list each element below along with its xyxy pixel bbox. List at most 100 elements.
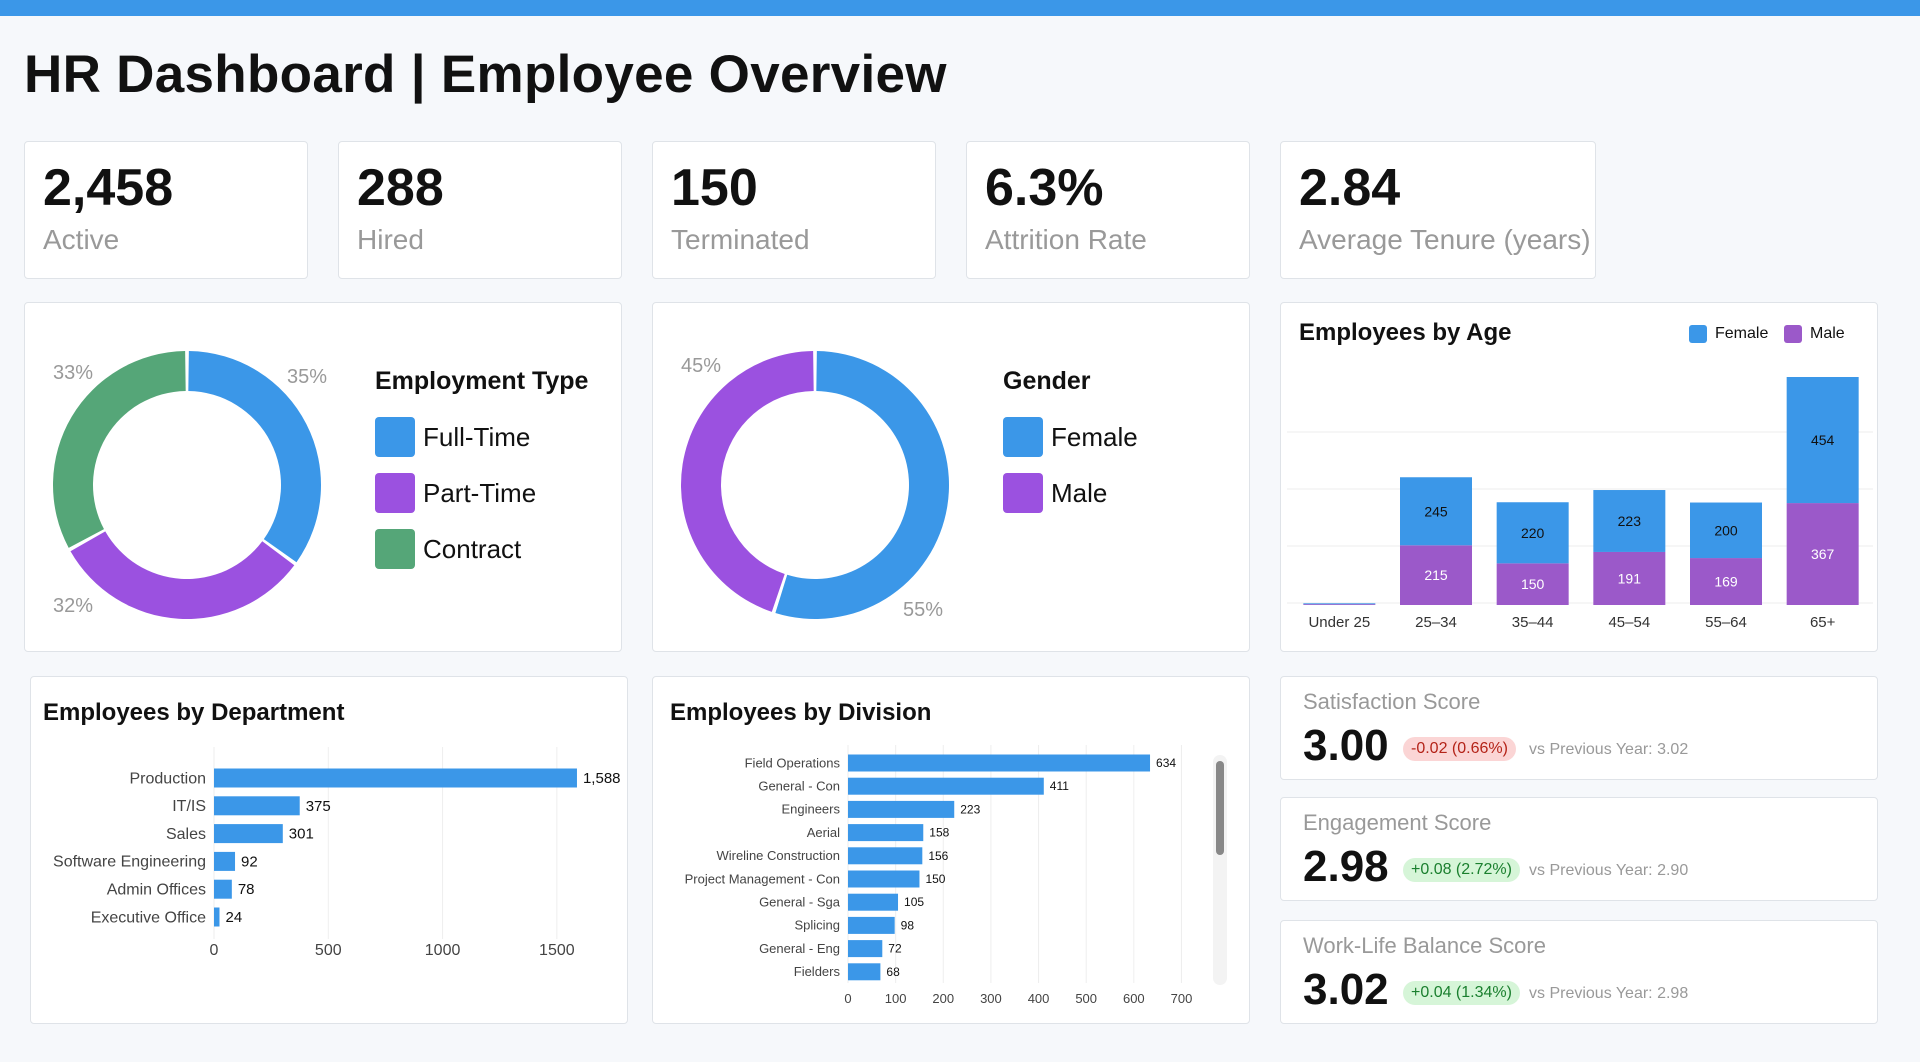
x-tick-label-4: 55–64: [1705, 614, 1747, 631]
bar-1: [848, 777, 1044, 795]
bar-5: [848, 870, 920, 888]
employment-type-title: Employment Type: [375, 367, 589, 395]
donut-slice-male: [681, 351, 814, 612]
department-bar-chart: 0 500 1000 1500 Production 1,588 IT/IS 375 Sales…: [53, 747, 621, 959]
bar-6: [848, 893, 899, 911]
department-card: Employees by Department 0 500 1000 1500 Prod…: [30, 676, 628, 1024]
bar-label-female-4: 200: [1714, 522, 1738, 538]
top-accent-bar: [0, 0, 1920, 16]
category-label-5: Executive Office: [91, 909, 206, 926]
legend-label: Male: [1051, 477, 1108, 508]
legend-item-male: Male: [1003, 473, 1107, 513]
scrollbar-thumb[interactable]: [1216, 761, 1224, 855]
category-label-7: Splicing: [794, 918, 840, 933]
value-label-1: 375: [306, 798, 331, 815]
kpi-card-active: 2,458 Active: [24, 141, 308, 279]
bar-label-female-3: 223: [1618, 513, 1642, 529]
category-label-8: General - Eng: [759, 941, 840, 956]
satisfaction-score-card: Satisfaction Score 3.00 -0.02 (0.66%) vs…: [1280, 676, 1878, 780]
legend-swatch: [1003, 417, 1043, 457]
kpi-label: Average Tenure (years): [1299, 224, 1591, 255]
legend-label: Part-Time: [423, 477, 537, 508]
score-change-badge: -0.02 (0.66%): [1403, 737, 1516, 761]
score-previous: vs Previous Year: 2.98: [1529, 985, 1689, 1002]
value-label-2: 301: [289, 826, 314, 843]
bar-label-female-1: 245: [1424, 503, 1448, 519]
gender-title: Gender: [1003, 367, 1091, 395]
bar-9: [848, 963, 881, 981]
x-tick-label-3: 300: [980, 991, 1002, 1006]
x-tick-label-1: 100: [885, 991, 907, 1006]
legend-swatch: [375, 529, 415, 569]
division-card: Employees by Division 0 100 200 300 400 500 60…: [652, 676, 1250, 1024]
value-label-7: 98: [901, 918, 915, 932]
kpi-label: Terminated: [671, 224, 810, 255]
pct-label-male: 45%: [681, 355, 722, 377]
x-tick-label-2: 1000: [425, 942, 461, 959]
kpi-value: 150: [671, 159, 758, 217]
kpi-card-terminated: 150 Terminated: [652, 141, 936, 279]
kpi-value: 2,458: [43, 159, 174, 217]
category-label-0: Production: [130, 770, 207, 787]
score-label: Work-Life Balance Score: [1303, 933, 1546, 958]
bar-label-male-2: 150: [1521, 576, 1545, 592]
age-stacked-bar-chart: Under 25 215 245 25–34 150 220 35–44 191 223 45–5…: [1287, 377, 1873, 631]
pct-label-contract: 33%: [53, 362, 94, 384]
kpi-label: Attrition Rate: [985, 224, 1147, 255]
x-tick-label-2: 35–44: [1512, 614, 1554, 631]
value-label-5: 24: [225, 909, 242, 926]
x-tick-label-1: 500: [315, 942, 342, 959]
legend-swatch: [1003, 473, 1043, 513]
legend-item-part-time: Part-Time: [375, 473, 536, 513]
score-label: Engagement Score: [1303, 810, 1492, 835]
category-label-2: Sales: [166, 826, 206, 843]
category-label-9: Fielders: [794, 964, 841, 979]
kpi-card-hired: 288 Hired: [338, 141, 622, 279]
bar-label-male-1: 215: [1424, 567, 1448, 583]
legend-swatch: [375, 473, 415, 513]
bar-3: [848, 824, 924, 842]
legend-item-full-time: Full-Time: [375, 417, 530, 457]
value-label-0: 1,588: [583, 770, 621, 787]
donut-slice-part-time: [70, 531, 295, 619]
bar-2: [848, 800, 955, 818]
category-label-3: Software Engineering: [53, 854, 206, 871]
engagement-score-card: Engagement Score 2.98 +0.08 (2.72%) vs P…: [1280, 797, 1878, 901]
value-label-4: 78: [238, 881, 255, 898]
legend-label: Contract: [423, 533, 522, 564]
scrollbar-track[interactable]: [1213, 755, 1227, 985]
x-tick-label-0: Under 25: [1308, 614, 1370, 631]
value-label-9: 68: [886, 965, 900, 979]
score-value: 2.98: [1303, 842, 1389, 891]
x-tick-label-2: 200: [932, 991, 954, 1006]
x-tick-label-0: 0: [210, 942, 219, 959]
value-label-1: 411: [1050, 779, 1069, 793]
x-tick-label-1: 25–34: [1415, 614, 1457, 631]
employment-type-card: 35% 32% 33% Employment Type Full-Time Pa…: [24, 302, 622, 652]
bar-8: [848, 940, 883, 958]
bar-label-female-2: 220: [1521, 525, 1545, 541]
legend-swatch: [375, 417, 415, 457]
legend-item-female: Female: [1003, 417, 1138, 457]
value-label-3: 92: [241, 853, 258, 870]
kpi-label: Hired: [357, 224, 424, 255]
pct-label-female: 55%: [903, 599, 944, 621]
kpi-value: 6.3%: [985, 159, 1104, 217]
gender-donut: [681, 351, 950, 619]
kpi-card-tenure: 2.84 Average Tenure (years): [1280, 141, 1596, 279]
legend-label: Full-Time: [423, 421, 531, 452]
bar-4: [848, 847, 923, 865]
bar-label-male-4: 169: [1714, 574, 1738, 590]
kpi-label: Active: [43, 224, 120, 255]
bar-1: [214, 796, 300, 816]
value-label-2: 223: [960, 802, 980, 816]
x-tick-label-3: 1500: [539, 942, 575, 959]
bar-label-male-5: 367: [1811, 546, 1835, 562]
x-tick-label-3: 45–54: [1608, 614, 1650, 631]
category-label-5: Project Management - Con: [685, 871, 840, 886]
page-title: HR Dashboard | Employee Overview: [24, 45, 947, 104]
value-label-6: 105: [904, 895, 924, 909]
legend-label: Female: [1051, 421, 1138, 452]
x-tick-label-0: 0: [844, 991, 851, 1006]
score-change-badge: +0.08 (2.72%): [1403, 858, 1520, 882]
